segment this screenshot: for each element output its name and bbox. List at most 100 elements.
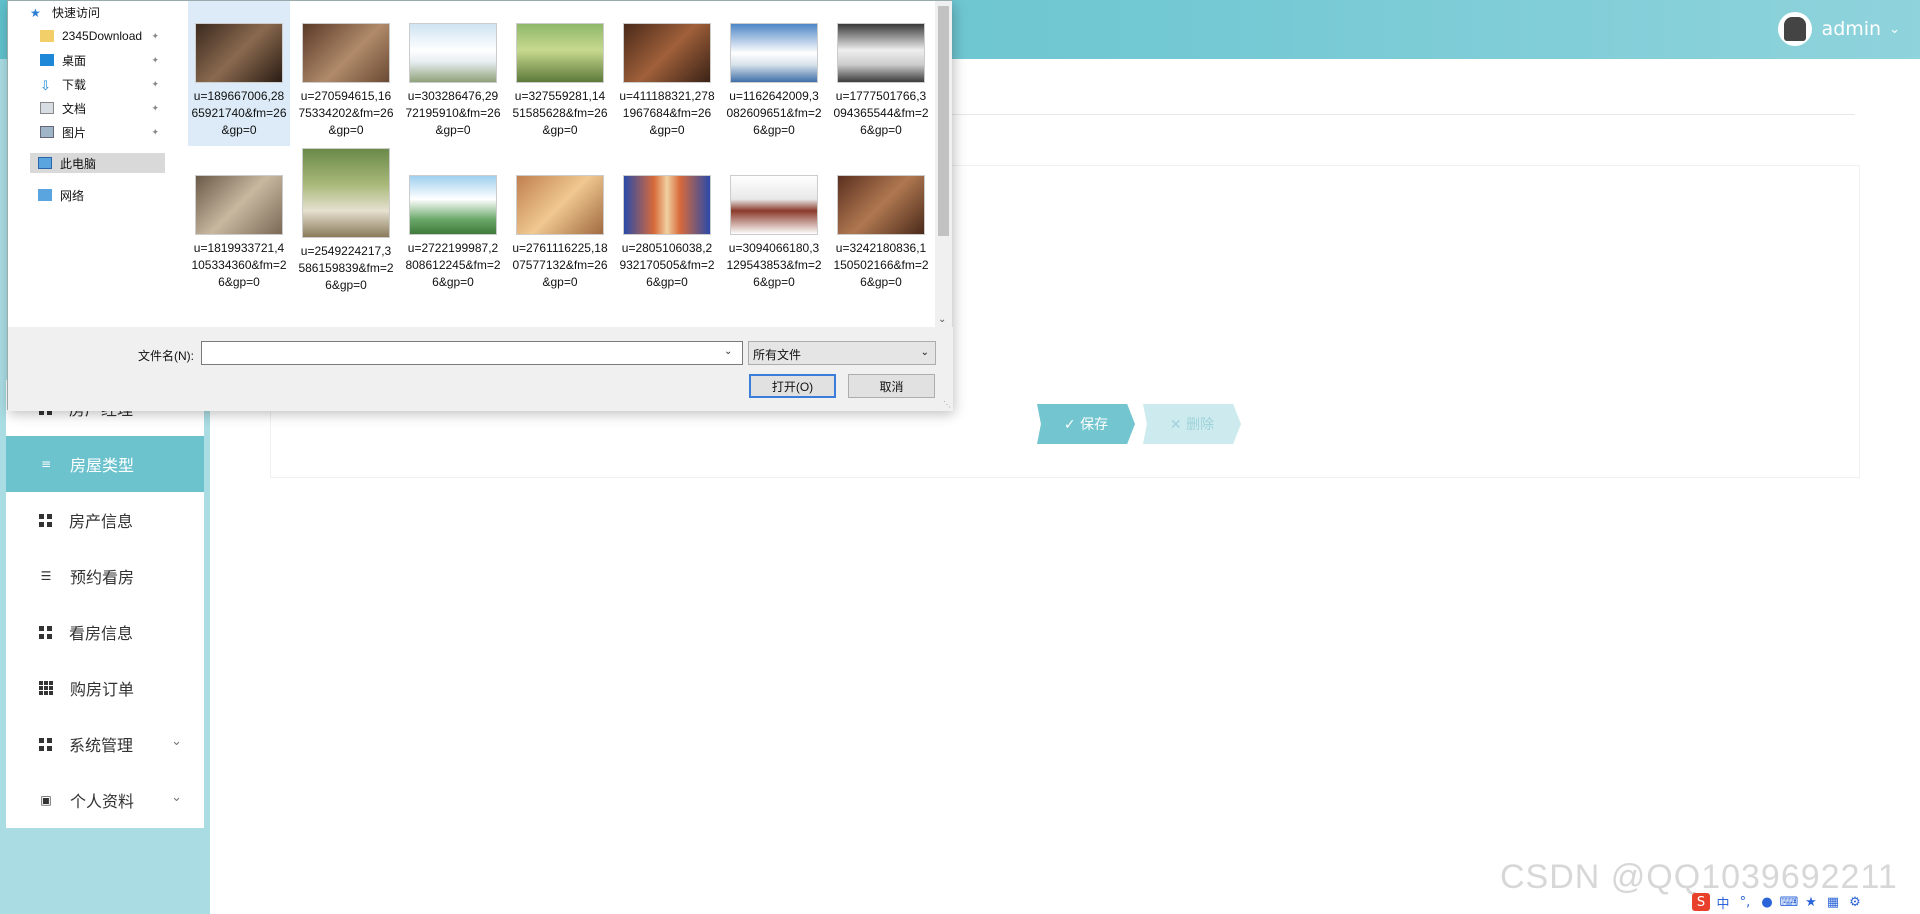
pin-icon: ✦ bbox=[151, 54, 159, 65]
file-name: u=189667006,2865921740&fm=26&gp=0 bbox=[191, 89, 287, 137]
desktop-icon bbox=[40, 54, 54, 66]
user-menu[interactable]: admin ⌄ bbox=[1777, 12, 1900, 46]
file-name: u=2722199987,2808612245&fm=26&gp=0 bbox=[405, 241, 501, 289]
sidebar-item-label: 个人资料 bbox=[70, 792, 135, 811]
image-thumbnail bbox=[730, 23, 818, 83]
file-item[interactable]: u=189667006,2865921740&fm=26&gp=0 bbox=[188, 1, 290, 146]
pin-icon: ✦ bbox=[151, 126, 159, 137]
file-item[interactable]: u=1777501766,3094365544&fm=26&gp=0 bbox=[830, 1, 932, 146]
image-thumbnail bbox=[623, 23, 711, 83]
settings-icon[interactable]: ⚙ bbox=[1846, 893, 1864, 911]
resize-grip-icon[interactable]: ⋱ bbox=[943, 400, 951, 409]
nav-label: 桌面 bbox=[62, 53, 87, 68]
image-thumbnail bbox=[837, 23, 925, 83]
nav-label: 下载 bbox=[62, 77, 87, 92]
chevron-down-icon[interactable]: ⌄ bbox=[724, 346, 732, 357]
file-item[interactable]: u=303286476,2972195910&fm=26&gp=0 bbox=[402, 1, 504, 146]
nav-network[interactable]: 网络 bbox=[38, 185, 163, 205]
file-name: u=2761116225,1807577132&fm=26&gp=0 bbox=[512, 241, 608, 289]
nav-label: 文档 bbox=[62, 101, 87, 116]
file-item[interactable]: u=411188321,2781967684&fm=26&gp=0 bbox=[616, 1, 718, 146]
file-item[interactable]: u=2761116225,1807577132&fm=26&gp=0 bbox=[509, 153, 611, 298]
file-name-input[interactable] bbox=[201, 341, 743, 365]
cancel-button[interactable]: 取消 bbox=[848, 374, 935, 398]
file-item[interactable]: u=1162642009,3082609651&fm=26&gp=0 bbox=[723, 1, 825, 146]
nav-folder-pictures[interactable]: 图片 ✦ bbox=[40, 122, 165, 142]
chinese-input-icon[interactable]: 中 bbox=[1714, 893, 1732, 912]
sidebar-item-label: 预约看房 bbox=[70, 568, 135, 587]
image-thumbnail bbox=[195, 23, 283, 83]
image-thumbnail bbox=[195, 175, 283, 235]
sliders-icon: ≡ bbox=[40, 457, 52, 471]
file-item[interactable]: u=1819933721,4105334360&fm=26&gp=0 bbox=[188, 153, 290, 298]
file-name: u=1162642009,3082609651&fm=26&gp=0 bbox=[726, 89, 822, 137]
star-icon: ★ bbox=[30, 6, 41, 20]
open-button[interactable]: 打开(O) bbox=[749, 374, 836, 398]
file-item[interactable]: u=2805106038,2932170505&fm=26&gp=0 bbox=[616, 153, 718, 298]
vertical-scrollbar[interactable]: ⌄ bbox=[935, 1, 952, 327]
microphone-icon[interactable]: ● bbox=[1758, 893, 1776, 911]
nav-label: 此电脑 bbox=[60, 156, 97, 171]
keyboard-icon[interactable]: ⌨ bbox=[1780, 893, 1799, 911]
sidebar-item-house-type[interactable]: ≡ 房屋类型 bbox=[6, 436, 204, 492]
nav-folder-downloads[interactable]: ⇩ 下载 ✦ bbox=[40, 74, 165, 94]
grid-icon bbox=[39, 513, 52, 527]
chevron-down-icon: ⌄ bbox=[171, 790, 182, 805]
image-thumbnail bbox=[409, 175, 497, 235]
chevron-down-icon: ⌄ bbox=[1889, 21, 1900, 37]
sidebar-item-label: 房产信息 bbox=[69, 512, 134, 531]
file-item[interactable]: u=2722199987,2808612245&fm=26&gp=0 bbox=[402, 153, 504, 298]
file-item[interactable]: u=3242180836,1150502166&fm=26&gp=0 bbox=[830, 153, 932, 298]
grid-icon bbox=[39, 737, 52, 751]
nav-label: 快速访问 bbox=[52, 5, 101, 20]
delete-button[interactable]: ✕ 删除 bbox=[1143, 404, 1241, 444]
file-item[interactable]: u=270594615,1675334202&fm=26&gp=0 bbox=[295, 1, 397, 146]
chevron-down-icon: ⌄ bbox=[920, 347, 929, 358]
file-item[interactable]: u=3094066180,3129543853&fm=26&gp=0 bbox=[723, 153, 825, 298]
image-thumbnail bbox=[516, 175, 604, 235]
image-thumbnail bbox=[730, 175, 818, 235]
file-name: u=3242180836,1150502166&fm=26&gp=0 bbox=[833, 241, 929, 289]
nav-folder-documents[interactable]: 文档 ✦ bbox=[40, 98, 165, 118]
chevron-down-icon: ⌄ bbox=[171, 734, 182, 749]
pin-icon: ✦ bbox=[151, 102, 159, 113]
file-list: u=189667006,2865921740&fm=26&gp=0 u=2705… bbox=[183, 1, 943, 327]
chevron-down-icon[interactable]: ⌄ bbox=[938, 314, 946, 325]
image-thumbnail bbox=[302, 148, 390, 238]
nav-folder-download[interactable]: 2345Download ✦ bbox=[40, 26, 165, 46]
punctuation-icon[interactable]: °, bbox=[1736, 893, 1754, 911]
file-type-value: 所有文件 bbox=[753, 348, 802, 362]
image-thumbnail bbox=[409, 23, 497, 83]
file-name: u=411188321,2781967684&fm=26&gp=0 bbox=[619, 89, 715, 137]
file-name: u=3094066180,3129543853&fm=26&gp=0 bbox=[726, 241, 822, 289]
nav-label: 2345Download bbox=[62, 29, 143, 43]
nav-quick-access[interactable]: ★ 快速访问 bbox=[30, 2, 160, 22]
computer-icon bbox=[38, 157, 52, 169]
download-icon: ⇩ bbox=[40, 78, 51, 93]
skin-icon[interactable]: ★ bbox=[1802, 893, 1820, 911]
document-icon bbox=[40, 102, 54, 114]
content-divider bbox=[930, 114, 1855, 115]
nav-this-pc[interactable]: 此电脑 bbox=[30, 153, 165, 173]
folder-icon bbox=[40, 30, 54, 42]
ime-logo-icon[interactable]: S bbox=[1692, 893, 1710, 911]
sidebar-item-viewing-info[interactable]: 看房信息 bbox=[6, 604, 204, 660]
sidebar-item-viewing-appointment[interactable]: ☰ 预约看房 bbox=[6, 548, 204, 604]
grid9-icon bbox=[39, 681, 53, 695]
file-name: u=1819933721,4105334360&fm=26&gp=0 bbox=[191, 241, 287, 289]
sidebar-item-profile[interactable]: ▣ 个人资料 ⌄ bbox=[6, 772, 204, 828]
sidebar-item-system-management[interactable]: 系统管理 ⌄ bbox=[6, 716, 204, 772]
file-item[interactable]: u=2549224217,3586159839&fm=26&gp=0 bbox=[295, 146, 397, 292]
sidebar-item-property-info[interactable]: 房产信息 bbox=[6, 492, 204, 548]
save-button[interactable]: ✓ 保存 bbox=[1037, 404, 1135, 444]
sidebar-item-purchase-orders[interactable]: 购房订单 bbox=[6, 660, 204, 716]
file-type-select[interactable]: 所有文件 ⌄ bbox=[748, 341, 936, 365]
nav-folder-desktop[interactable]: 桌面 ✦ bbox=[40, 50, 165, 70]
system-tray: S 中 °, ● ⌨ ★ ▦ ⚙ bbox=[1692, 890, 1920, 914]
pictures-icon bbox=[40, 126, 54, 138]
file-name: u=2805106038,2932170505&fm=26&gp=0 bbox=[619, 241, 715, 289]
scrollbar-thumb[interactable] bbox=[938, 6, 949, 236]
toolbox-icon[interactable]: ▦ bbox=[1824, 893, 1842, 911]
file-item[interactable]: u=327559281,1451585628&fm=26&gp=0 bbox=[509, 1, 611, 146]
sidebar-item-label: 购房订单 bbox=[70, 680, 135, 699]
